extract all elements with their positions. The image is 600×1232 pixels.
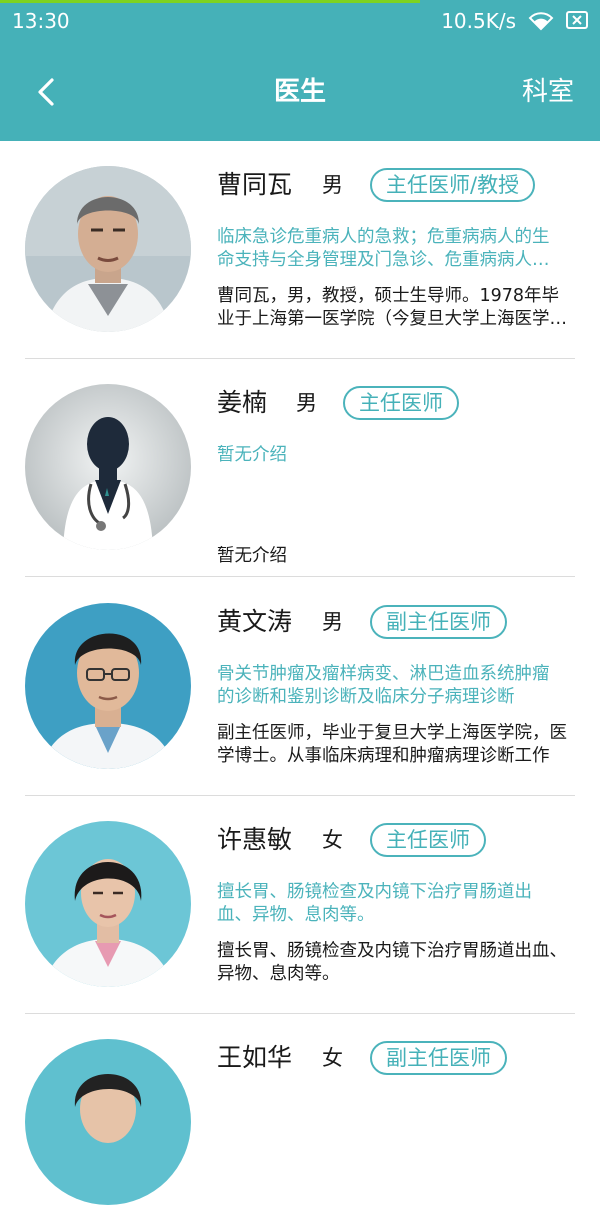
status-time: 13:30	[12, 9, 70, 33]
doctor-avatar	[25, 166, 191, 332]
department-button[interactable]: 科室	[522, 75, 574, 109]
page-title: 医生	[273, 77, 326, 107]
doctor-avatar	[25, 821, 191, 987]
doctor-name: 许惠敏	[217, 825, 293, 854]
battery-icon	[566, 11, 588, 29]
network-speed: 10.5K/s	[441, 9, 516, 33]
doctor-gender: 男	[296, 391, 317, 415]
doctor-gender: 女	[322, 1046, 343, 1070]
doctor-name: 曹同瓦	[217, 170, 293, 199]
doctor-card[interactable]: 王如华 女 副主任医师	[0, 1014, 600, 1232]
doctor-specialty: 骨关节肿瘤及瘤样病变、淋巴造血系统肿瘤的诊断和鉴别诊断及临床分子病理诊断	[217, 664, 550, 707]
doctor-gender: 男	[322, 610, 343, 634]
doctor-name: 王如华	[217, 1043, 293, 1072]
divider	[25, 575, 575, 577]
doctor-title-badge: 主任医师	[343, 386, 459, 420]
doctor-card[interactable]: 许惠敏 女 主任医师 擅长胃、肠镜检查及内镜下治疗胃肠道出血、异物、息肉等。 擅…	[0, 796, 600, 1014]
doctor-title-badge: 副主任医师	[370, 605, 507, 639]
doctor-avatar	[25, 603, 191, 769]
doctor-title-badge: 副主任医师	[370, 1041, 507, 1075]
wifi-icon	[528, 12, 554, 31]
doctor-gender: 男	[322, 173, 343, 197]
doctor-card[interactable]: 曹同瓦 男 主任医师/教授 临床急诊危重病人的急救；危重病病人的生命支持与全身管…	[0, 141, 600, 359]
doctor-gender: 女	[322, 828, 343, 852]
header-bar: 13:30 10.5K/s 医生 科室	[0, 0, 600, 141]
status-bar: 13:30 10.5K/s	[0, 0, 600, 44]
doctor-bio: 擅长胃、肠镜检查及内镜下治疗胃肠道出血、异物、息肉等。	[217, 941, 567, 984]
doctor-bio: 暂无介绍	[217, 546, 287, 566]
doctor-specialty: 暂无介绍	[217, 445, 287, 465]
doctor-bio: 副主任医师，毕业于复旦大学上海医学院，医学博士。从事临床病理和肿瘤病理诊断工作	[217, 723, 567, 766]
doctor-specialty: 擅长胃、肠镜检查及内镜下治疗胃肠道出血、异物、息肉等。	[217, 882, 532, 925]
doctor-card[interactable]: 黄文涛 男 副主任医师 骨关节肿瘤及瘤样病变、淋巴造血系统肿瘤的诊断和鉴别诊断及…	[0, 578, 600, 796]
doctor-avatar	[25, 1039, 191, 1205]
doctor-card[interactable]: 姜楠 男 主任医师 暂无介绍 暂无介绍	[0, 359, 600, 577]
doctor-title-badge: 主任医师/教授	[370, 168, 536, 202]
doctor-specialty: 临床急诊危重病人的急救；危重病病人的生命支持与全身管理及门急诊、危重病病人的救治	[217, 227, 550, 270]
doctor-avatar-placeholder	[25, 384, 191, 550]
doctor-name: 姜楠	[217, 388, 268, 417]
doctor-bio: 曹同瓦，男，教授，硕士生导师。1978年毕业于上海第一医学院（今复旦大学上海医学…	[217, 286, 560, 329]
doctor-name: 黄文涛	[217, 607, 293, 636]
doctor-title-badge: 主任医师	[370, 823, 486, 857]
